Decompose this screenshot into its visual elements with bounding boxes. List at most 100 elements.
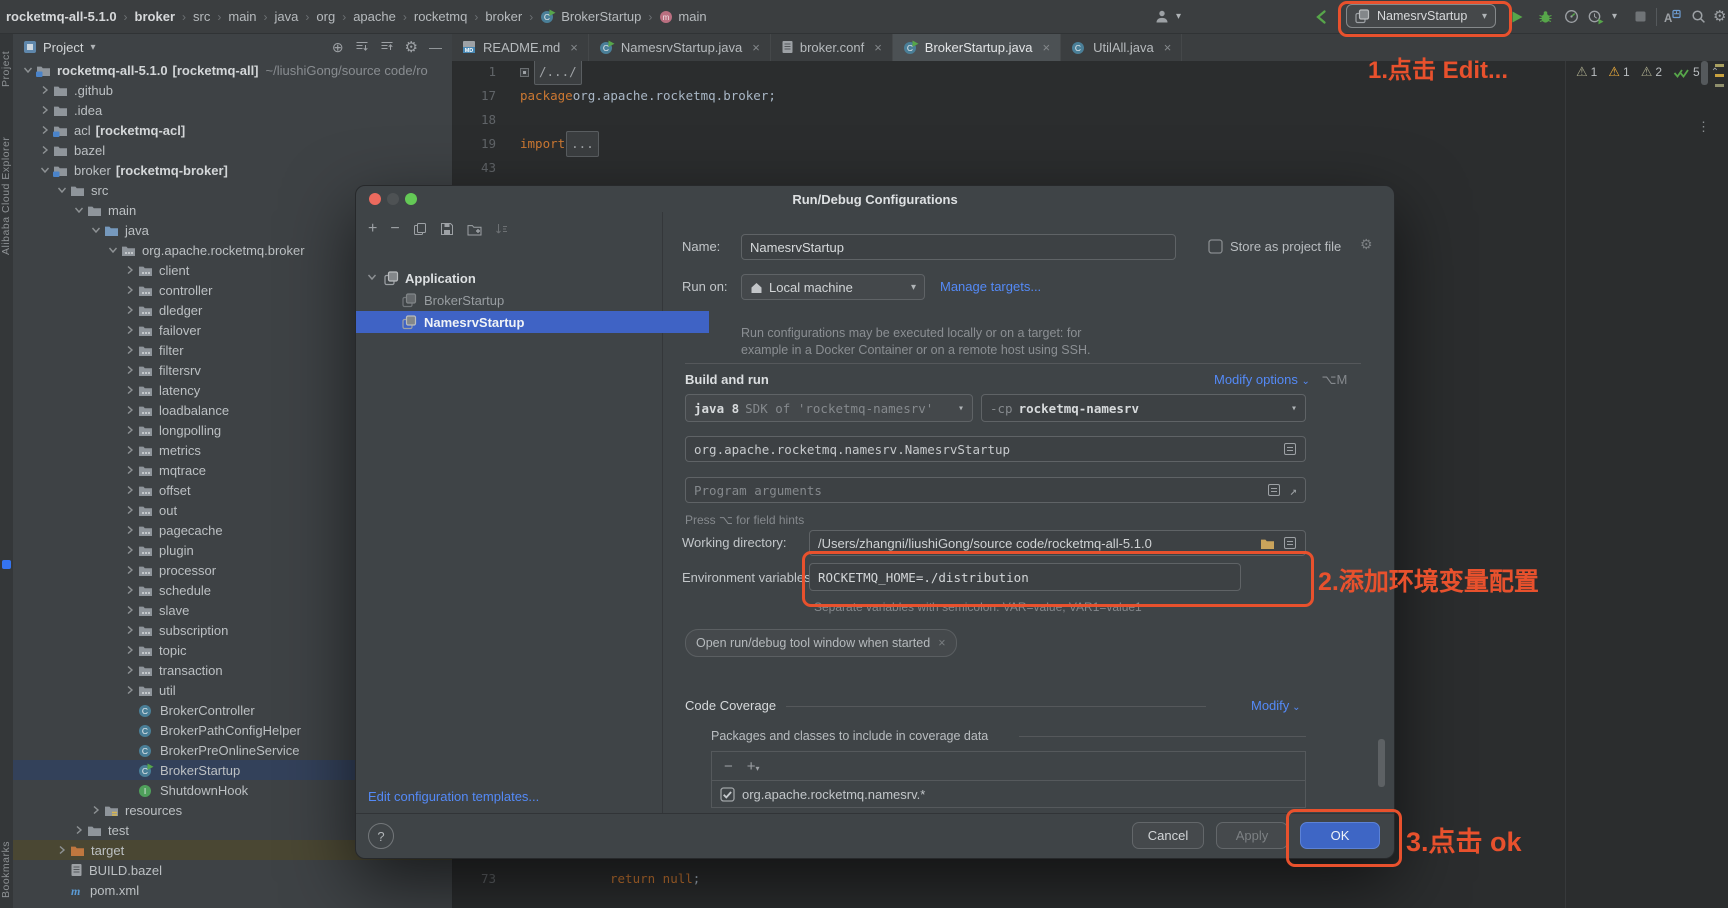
- expand-all-icon[interactable]: [355, 40, 369, 54]
- chevron-right-icon[interactable]: [122, 484, 138, 496]
- search-icon[interactable]: [1691, 9, 1706, 24]
- help-button[interactable]: ?: [368, 823, 394, 849]
- chevron-right-icon[interactable]: [122, 644, 138, 656]
- tab-UtilAll.java[interactable]: CUtilAll.java×: [1061, 33, 1182, 61]
- cancel-button[interactable]: Cancel: [1132, 822, 1204, 849]
- add-icon[interactable]: +: [368, 220, 377, 238]
- chevron-right-icon[interactable]: [122, 424, 138, 436]
- chevron-right-icon[interactable]: [122, 304, 138, 316]
- hide-icon[interactable]: —: [429, 40, 442, 55]
- chevron-right-icon[interactable]: [54, 844, 70, 856]
- breadcrumb-item[interactable]: rocketmq-all-5.1.0: [6, 9, 117, 24]
- stop-icon[interactable]: [1634, 10, 1647, 23]
- chevron-right-icon[interactable]: [122, 664, 138, 676]
- chevron-right-icon[interactable]: [122, 524, 138, 536]
- chevron-right-icon[interactable]: [122, 504, 138, 516]
- chevron-right-icon[interactable]: [122, 564, 138, 576]
- collapse-all-icon[interactable]: [380, 40, 394, 54]
- chevron-right-icon[interactable]: [122, 404, 138, 416]
- chevron-right-icon[interactable]: [37, 84, 53, 96]
- breadcrumb-item[interactable]: broker: [485, 9, 522, 24]
- tree-item-pom.xml[interactable]: mpom.xml: [13, 880, 453, 900]
- chevron-right-icon[interactable]: [122, 364, 138, 376]
- breadcrumb-item[interactable]: org: [316, 9, 335, 24]
- tree-item-rocketmq-all-5.1.0[interactable]: rocketmq-all-5.1.0 [rocketmq-all]~/liush…: [13, 61, 453, 80]
- expand-field-icon[interactable]: [1267, 483, 1281, 497]
- chevron-right-icon[interactable]: [122, 444, 138, 456]
- chevron-down-icon[interactable]: [88, 224, 104, 236]
- copy-icon[interactable]: [413, 222, 427, 236]
- tree-item-.github[interactable]: .github: [13, 80, 453, 100]
- coverage-modify[interactable]: Modify ⌄: [1251, 698, 1300, 713]
- chevron-right-icon[interactable]: [122, 264, 138, 276]
- strip-tab-icon[interactable]: [2, 560, 11, 569]
- chevron-right-icon[interactable]: [37, 104, 53, 116]
- tab-NamesrvStartup.java[interactable]: CNamesrvStartup.java×: [589, 33, 771, 61]
- user-icon[interactable]: [1154, 9, 1170, 24]
- chevron-right-icon[interactable]: [122, 544, 138, 556]
- name-input[interactable]: NamesrvStartup: [741, 234, 1176, 260]
- inspections-ok[interactable]: 5: [1673, 65, 1700, 79]
- config-item-BrokerStartup[interactable]: BrokerStartup: [356, 289, 709, 311]
- chevron-right-icon[interactable]: [122, 284, 138, 296]
- chevron-right-icon[interactable]: [122, 344, 138, 356]
- chevron-right-icon[interactable]: [37, 144, 53, 156]
- breadcrumb-item[interactable]: main: [228, 9, 256, 24]
- close-icon[interactable]: ×: [1042, 40, 1050, 55]
- chevron-right-icon[interactable]: [122, 684, 138, 696]
- tree-item-bazel[interactable]: bazel: [13, 140, 453, 160]
- edit-configuration-templates-link[interactable]: Edit configuration templates...: [368, 789, 539, 804]
- chevron-right-icon[interactable]: [122, 464, 138, 476]
- save-icon[interactable]: [440, 222, 454, 236]
- strip-tab-project[interactable]: Project: [0, 39, 13, 99]
- debug-icon[interactable]: [1538, 9, 1553, 24]
- chevron-right-icon[interactable]: [37, 124, 53, 136]
- open-tool-window-tag[interactable]: Open run/debug tool window when started …: [685, 629, 957, 657]
- profiler-icon[interactable]: [1564, 9, 1579, 24]
- program-arguments-input[interactable]: Program arguments ↗: [685, 477, 1306, 503]
- chevron-down-icon[interactable]: ▾: [1612, 11, 1617, 22]
- chevron-right-icon[interactable]: [88, 804, 104, 816]
- more-options-icon[interactable]: ⋮: [1697, 119, 1710, 135]
- strip-tab-bookmarks[interactable]: Bookmarks: [0, 834, 13, 904]
- close-icon[interactable]: ×: [570, 40, 578, 55]
- project-view-selector[interactable]: Project: [43, 40, 83, 55]
- breadcrumb-item[interactable]: broker: [135, 9, 175, 24]
- checkbox-checked-icon[interactable]: [720, 787, 735, 802]
- dialog-scrollbar[interactable]: [1378, 739, 1385, 787]
- close-icon[interactable]: ×: [938, 636, 945, 650]
- gear-icon[interactable]: ⚙: [1360, 236, 1373, 253]
- chevron-down-icon[interactable]: [71, 204, 87, 216]
- manage-targets-link[interactable]: Manage targets...: [940, 279, 1041, 294]
- chevron-right-icon[interactable]: [122, 324, 138, 336]
- close-icon[interactable]: ×: [874, 40, 882, 55]
- classpath-module-select[interactable]: -cp rocketmq-namesrv ▾: [981, 394, 1306, 422]
- build-icon[interactable]: [1314, 9, 1328, 25]
- chevron-down-icon[interactable]: [37, 164, 53, 176]
- translate-icon[interactable]: A: [1664, 9, 1681, 24]
- chevron-right-icon[interactable]: [122, 624, 138, 636]
- tree-item-acl[interactable]: acl [rocketmq-acl]: [13, 120, 453, 140]
- inspections-warning[interactable]: ⚠2: [1641, 64, 1662, 80]
- breadcrumb-item[interactable]: rocketmq: [414, 9, 467, 24]
- config-type-application[interactable]: Application: [356, 267, 673, 289]
- strip-tab-alibaba-cloud-explorer[interactable]: Alibaba Cloud Explorer: [0, 111, 13, 281]
- crosshair-icon[interactable]: ⊕: [332, 40, 344, 54]
- editor-scrollbar[interactable]: [1701, 61, 1708, 85]
- breadcrumb-item[interactable]: apache: [353, 9, 396, 24]
- close-icon[interactable]: ×: [752, 40, 760, 55]
- chevron-down-icon[interactable]: [20, 64, 36, 76]
- settings-icon[interactable]: ⚙: [405, 40, 418, 55]
- close-icon[interactable]: ×: [1164, 40, 1172, 55]
- chevron-right-icon[interactable]: [71, 824, 87, 836]
- remove-icon[interactable]: −: [390, 220, 399, 238]
- run-on-select[interactable]: Local machine ▾: [741, 274, 925, 300]
- sort-icon[interactable]: [495, 222, 509, 236]
- jre-select[interactable]: java 8 SDK of 'rocketmq-namesrv' ▾: [685, 394, 973, 422]
- settings-icon[interactable]: ⚙: [1713, 9, 1726, 24]
- modify-options[interactable]: Modify options ⌄ ⌥M: [1214, 372, 1347, 388]
- run-icon[interactable]: [1510, 10, 1524, 24]
- timer-run-icon[interactable]: [1588, 9, 1604, 25]
- tab-broker.conf[interactable]: broker.conf×: [771, 33, 893, 61]
- expand-field-icon[interactable]: [1283, 536, 1297, 550]
